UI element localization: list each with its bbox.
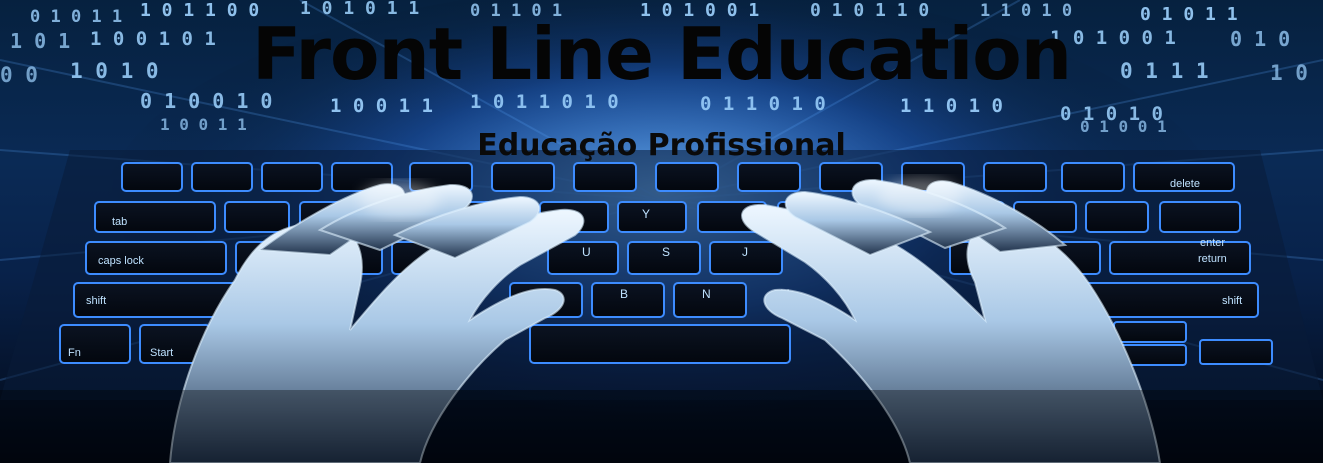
key-label-j: J [742, 245, 748, 259]
key-label-b: B [620, 287, 628, 301]
key-label-return: return [1198, 253, 1227, 265]
key-label-u: U [582, 245, 591, 259]
key-label-fn: Fn [68, 347, 81, 359]
key-label-shift-left: shift [86, 295, 106, 307]
site-subtitle: Educação Profissional [477, 128, 846, 163]
svg-text:1 0 0 1 1: 1 0 0 1 1 [330, 95, 433, 117]
key-label-enter: enter [1200, 237, 1225, 249]
header-banner: 0 1 0 1 1 1 0 1 1 0 0 1 0 1 0 1 1 0 1 1 … [0, 0, 1323, 463]
svg-text:0 1 1 0 1 0: 0 1 1 0 1 0 [700, 93, 826, 115]
key-label-y: Y [642, 207, 650, 221]
key-label-caps-lock: caps lock [98, 255, 144, 267]
key-label-start: Start [150, 347, 173, 359]
svg-text:1 1 0 1 0: 1 1 0 1 0 [900, 95, 1003, 117]
key-label-s: S [662, 245, 670, 259]
key-label-shift-right: shift [1222, 295, 1242, 307]
key-label-n: N [702, 287, 711, 301]
bottom-shade [0, 390, 1323, 463]
key-label-tab: tab [112, 216, 127, 228]
site-title: Front Line Education [251, 12, 1072, 96]
key-label-delete: delete [1170, 178, 1200, 190]
